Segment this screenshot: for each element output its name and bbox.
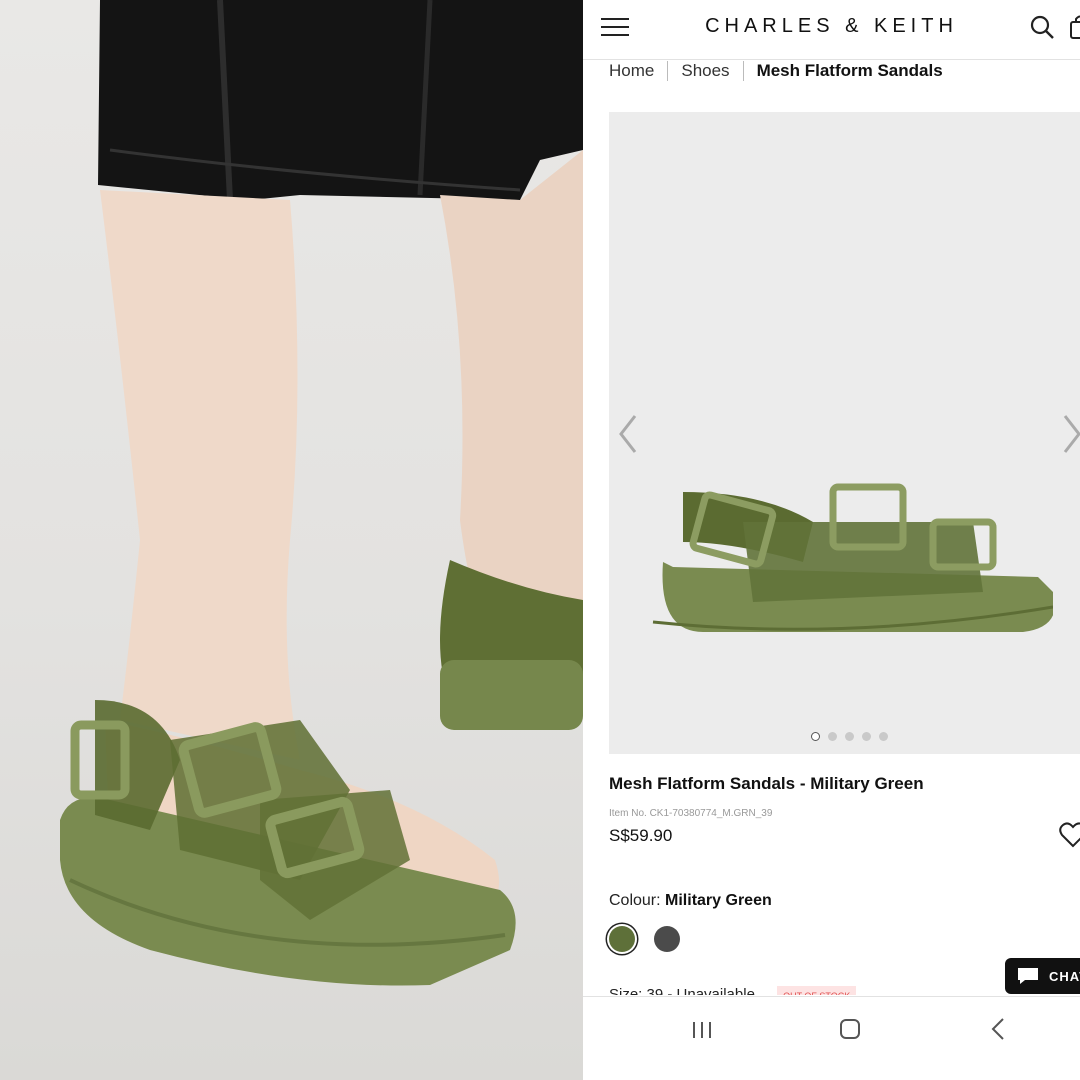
breadcrumb-separator bbox=[667, 61, 669, 81]
carousel-dot[interactable] bbox=[862, 732, 871, 741]
mobile-screen: CHARLES & KEITH Home Shoes Mesh Flatform… bbox=[583, 0, 1080, 1080]
chat-label: CHAT bbox=[1049, 968, 1080, 984]
product-sandal-image bbox=[652, 483, 1053, 632]
colour-selector-label: Colour: Military Green bbox=[609, 892, 772, 910]
chevron-right-icon[interactable] bbox=[1061, 412, 1080, 456]
size-availability: Size: 39 - Unavailable OUT OF STOCK bbox=[609, 985, 857, 995]
chat-bubble-icon bbox=[1018, 968, 1038, 984]
colour-swatch-military-green[interactable] bbox=[609, 926, 635, 952]
model-wearing-sandals-illustration bbox=[60, 0, 583, 986]
item-number: Item No. CK1-70380774_M.GRN_39 bbox=[609, 808, 773, 819]
breadcrumb-current: Mesh Flatform Sandals bbox=[756, 61, 943, 80]
colour-swatch-dark-grey[interactable] bbox=[654, 926, 680, 952]
breadcrumb-shoes[interactable]: Shoes bbox=[681, 61, 729, 81]
top-navigation-bar: CHARLES & KEITH bbox=[583, 0, 1080, 60]
product-image-carousel[interactable] bbox=[609, 112, 1080, 754]
lifestyle-photo bbox=[0, 0, 583, 1080]
breadcrumb: Home Shoes Mesh Flatform Sandals bbox=[609, 60, 943, 82]
breadcrumb-home[interactable]: Home bbox=[609, 61, 654, 81]
product-price: S$59.90 bbox=[609, 826, 673, 845]
colour-label: Colour: bbox=[609, 892, 661, 909]
product-title: Mesh Flatform Sandals - Military Green bbox=[609, 774, 924, 793]
home-icon[interactable] bbox=[839, 1018, 861, 1040]
carousel-dot[interactable] bbox=[879, 732, 888, 741]
selected-colour-name: Military Green bbox=[665, 892, 772, 909]
breadcrumb-separator bbox=[742, 61, 744, 81]
chevron-left-icon[interactable] bbox=[617, 412, 639, 456]
back-icon[interactable] bbox=[990, 1017, 1006, 1041]
carousel-dot[interactable] bbox=[845, 732, 854, 741]
out-of-stock-badge: OUT OF STOCK bbox=[777, 986, 857, 995]
carousel-pagination bbox=[811, 732, 888, 741]
size-label: Size: 39 - Unavailable bbox=[609, 986, 755, 995]
search-icon[interactable] bbox=[1029, 14, 1055, 40]
shopping-bag-icon[interactable] bbox=[1069, 14, 1080, 40]
carousel-dot[interactable] bbox=[811, 732, 820, 741]
brand-logo[interactable]: CHARLES & KEITH bbox=[583, 15, 1080, 38]
carousel-dot[interactable] bbox=[828, 732, 837, 741]
heart-wishlist-icon[interactable] bbox=[1059, 822, 1080, 848]
recent-apps-icon[interactable] bbox=[691, 1021, 713, 1039]
chat-button[interactable]: CHAT bbox=[1005, 958, 1080, 994]
android-navigation-bar bbox=[583, 996, 1080, 1080]
